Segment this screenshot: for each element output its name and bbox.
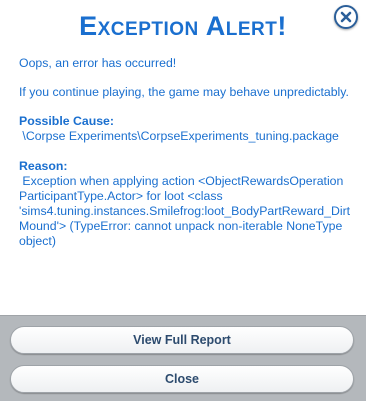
possible-cause-text: \Corpse Experiments\CorpseExperiments_tu… (19, 129, 339, 143)
intro-text: Oops, an error has occurred! (19, 56, 177, 70)
dialog-title: Exception Alert! (79, 11, 287, 41)
reason-heading: Reason: (19, 159, 68, 173)
close-button[interactable]: Close (10, 365, 354, 393)
reason-text: Exception when applying action <ObjectRe… (19, 174, 351, 248)
dialog-body: Oops, an error has occurred! If you cont… (19, 56, 353, 264)
close-icon (340, 11, 352, 23)
warning-text: If you continue playing, the game may be… (19, 85, 349, 99)
possible-cause-heading: Possible Cause: (19, 114, 114, 128)
dialog-footer: View Full Report Close (0, 315, 366, 401)
view-full-report-button[interactable]: View Full Report (10, 326, 354, 354)
close-dialog-button[interactable] (334, 5, 358, 29)
exception-alert-dialog: Exception Alert! Oops, an error has occu… (0, 0, 366, 401)
